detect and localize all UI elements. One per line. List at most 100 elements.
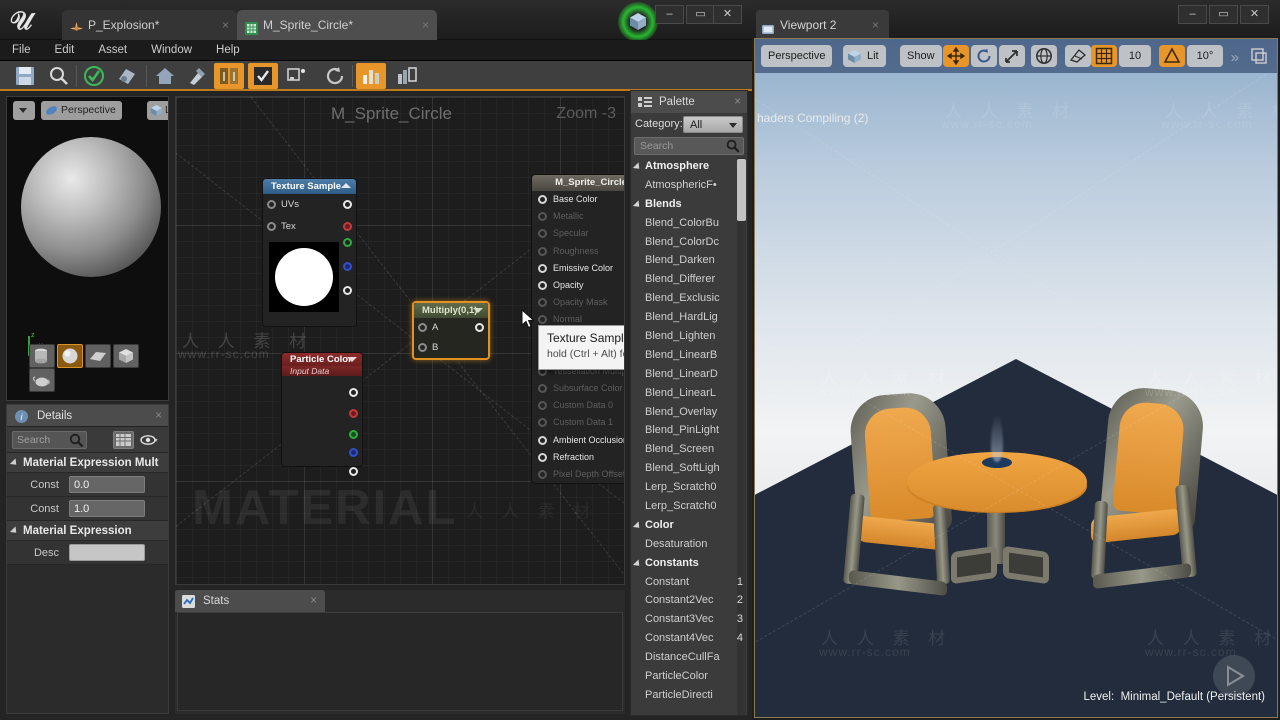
palette-search-input[interactable]: Search	[634, 137, 744, 155]
surface-snap-button[interactable]	[1065, 45, 1091, 67]
palette-group-blends[interactable]: Blends	[631, 195, 749, 214]
pin-icon-a[interactable]	[349, 467, 358, 476]
cylinder-preview-button[interactable]	[29, 344, 55, 368]
palette-item[interactable]: DistanceCullFa	[631, 648, 749, 667]
teapot-preview-button[interactable]	[29, 368, 55, 392]
pin-icon[interactable]	[538, 401, 547, 411]
pin-icon[interactable]	[538, 195, 547, 204]
save-button[interactable]	[10, 63, 40, 89]
node-input-tex[interactable]: Tex	[263, 216, 356, 238]
sphere-preview-button[interactable]	[57, 344, 83, 368]
minimize-button[interactable]: –	[655, 5, 684, 24]
preview-view-mode-button[interactable]: Perspective	[41, 101, 122, 120]
pin-icon[interactable]	[267, 200, 276, 209]
material-output-pin[interactable]: Roughness	[532, 243, 624, 260]
palette-scrollbar-thumb[interactable]	[737, 159, 746, 221]
caret-down-icon[interactable]	[347, 357, 357, 362]
node-header[interactable]: M_Sprite_Circle	[532, 175, 624, 191]
material-output-pin[interactable]: Metallic	[532, 208, 624, 225]
maximize-viewport-icon[interactable]	[1251, 48, 1267, 67]
stats-button[interactable]	[356, 63, 386, 89]
chevron-double-right-icon[interactable]: »	[1231, 49, 1239, 66]
material-output-pin[interactable]: Custom Data 1	[532, 414, 624, 431]
palette-item[interactable]: Constant2Vec 2	[631, 591, 749, 610]
palette-item[interactable]: Blend_ColorBu	[631, 214, 749, 233]
maximize-button[interactable]: ▭	[686, 5, 715, 24]
grid-snap-value[interactable]: 10	[1119, 45, 1151, 67]
material-preview-viewport[interactable]: Perspective L z x y	[6, 96, 169, 401]
menu-edit[interactable]: Edit	[43, 40, 87, 61]
tab-p-explosion[interactable]: P_Explosion* ×	[62, 10, 237, 40]
caret-up-icon[interactable]	[341, 183, 351, 188]
pin-icon[interactable]	[538, 298, 547, 308]
pin-icon-a[interactable]	[343, 286, 352, 295]
material-output-pin[interactable]: Custom Data 0	[532, 397, 624, 414]
close-icon[interactable]: ×	[734, 91, 741, 113]
pin-icon[interactable]	[538, 263, 547, 273]
pin-icon-rgb[interactable]	[349, 388, 358, 397]
palette-item[interactable]: ParticleDirecti	[631, 686, 749, 705]
material-output-pin[interactable]: Refraction	[532, 449, 624, 466]
palette-group-atmosphere[interactable]: Atmosphere	[631, 157, 749, 176]
rotate-tool-button[interactable]	[971, 45, 997, 67]
eye-icon[interactable]	[140, 433, 158, 450]
viewport-show-button[interactable]: Show	[900, 45, 942, 67]
close-icon[interactable]: ×	[422, 10, 429, 40]
node-header[interactable]: Texture Sample	[263, 179, 356, 194]
pin-icon[interactable]	[267, 222, 276, 231]
pin-icon-g[interactable]	[343, 238, 352, 247]
angle-snap-button[interactable]	[1159, 45, 1185, 67]
node-header[interactable]: Multiply(0,1)	[414, 303, 488, 318]
move-tool-button[interactable]	[943, 45, 969, 67]
material-output-pin[interactable]: Subsurface Color	[532, 380, 624, 397]
cube-preview-button[interactable]	[113, 344, 139, 368]
pin-icon-g[interactable]	[349, 430, 358, 439]
close-button[interactable]: ✕	[1240, 5, 1269, 24]
refresh-button[interactable]	[320, 63, 350, 89]
palette-item[interactable]: Lerp_Scratch0	[631, 478, 749, 497]
palette-item[interactable]: Blend_LinearL	[631, 384, 749, 403]
live-preview-button[interactable]	[214, 63, 244, 89]
viewport-perspective-button[interactable]: Perspective	[761, 45, 833, 67]
palette-item[interactable]: Blend_Screen	[631, 440, 749, 459]
palette-item-list[interactable]: Atmosphere AtmosphericF• Blends Blend_Color…	[631, 157, 749, 715]
tab-m-sprite-circle[interactable]: M_Sprite_Circle* ×	[237, 10, 437, 40]
live-nodes-button[interactable]	[248, 63, 278, 89]
viewport-options-dropdown[interactable]	[13, 101, 35, 120]
palette-item[interactable]: Blend_PinLight	[631, 421, 749, 440]
pin-icon[interactable]	[475, 323, 484, 332]
material-output-pin[interactable]: Emissive Color	[532, 260, 624, 277]
node-input-a[interactable]: A	[414, 318, 488, 338]
close-icon[interactable]: ×	[222, 10, 229, 40]
scale-tool-button[interactable]	[999, 45, 1025, 67]
material-output-pin[interactable]: Opacity	[532, 277, 624, 294]
palette-item[interactable]: Blend_Darken	[631, 251, 749, 270]
pin-icon-b[interactable]	[349, 448, 358, 457]
palette-item[interactable]: Blend_Lighten	[631, 327, 749, 346]
pin-icon[interactable]	[538, 212, 547, 222]
minimize-button[interactable]: –	[1178, 5, 1207, 24]
palette-item[interactable]: ParticleColor	[631, 667, 749, 686]
property-value-input[interactable]: 0.0	[69, 476, 145, 493]
close-icon[interactable]: ×	[155, 405, 162, 427]
node-particle-color[interactable]: Particle Color Input Data	[281, 352, 363, 476]
palette-item[interactable]: Blend_LinearB	[631, 346, 749, 365]
palette-item[interactable]: Blend_LinearD	[631, 365, 749, 384]
pin-icon[interactable]	[538, 384, 547, 394]
pin-icon[interactable]	[538, 452, 547, 462]
menu-file[interactable]: File	[0, 40, 43, 61]
grid-snap-button[interactable]	[1091, 45, 1117, 67]
palette-item[interactable]: Constant4Vec 4	[631, 629, 749, 648]
material-output-pin[interactable]: Opacity Mask	[532, 294, 624, 311]
pin-icon[interactable]	[418, 343, 427, 352]
stats-panel-tab[interactable]: Stats ×	[175, 590, 325, 612]
palette-item[interactable]: Desaturation	[631, 535, 749, 554]
angle-snap-value[interactable]: 10°	[1187, 45, 1223, 67]
pin-icon[interactable]	[538, 435, 547, 445]
details-section-header[interactable]: Material Expression	[7, 521, 168, 541]
pin-icon[interactable]	[538, 229, 547, 239]
menu-help[interactable]: Help	[204, 40, 252, 61]
palette-item[interactable]: Constant3Vec 3	[631, 610, 749, 629]
clean-up-button[interactable]	[182, 63, 212, 89]
find-in-content-browser-button[interactable]	[44, 63, 74, 89]
